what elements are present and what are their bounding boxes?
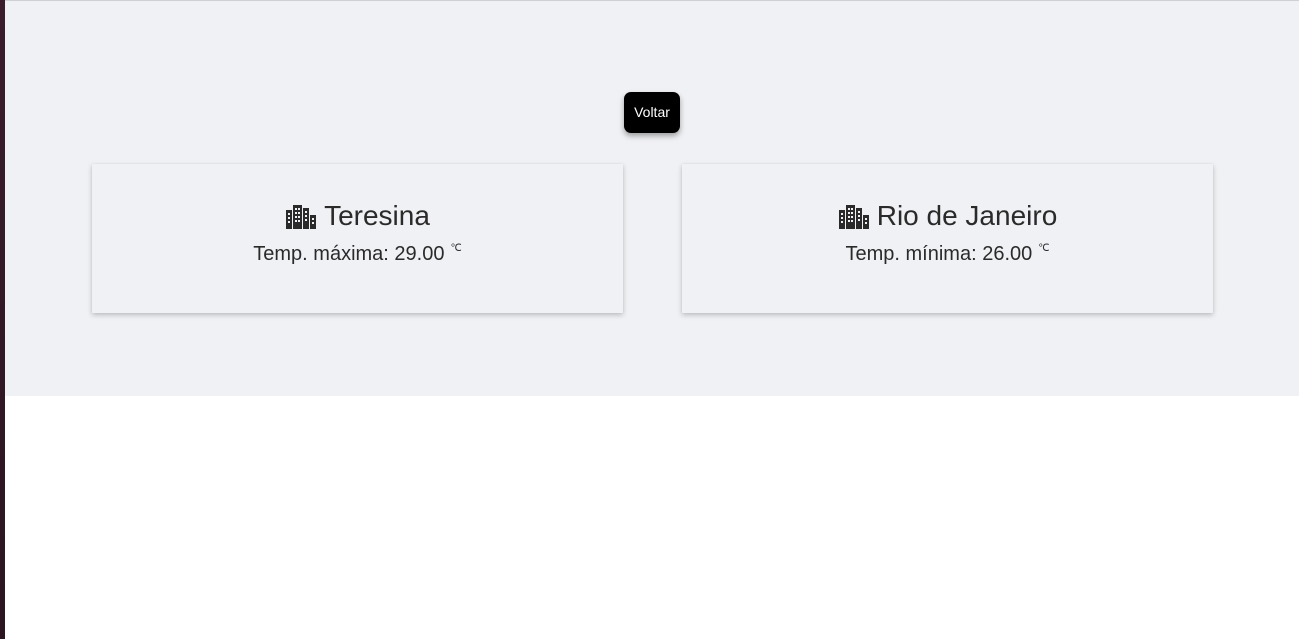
- temp-unit: ℃: [450, 243, 462, 254]
- temperature-line: Temp. máxima: 29.00 ℃: [92, 243, 623, 266]
- card-title: Rio de Janeiro: [682, 200, 1213, 232]
- main-panel: Voltar Teresina Temp. máxima: 29.00 ℃ Ri…: [5, 1, 1299, 396]
- city-name: Rio de Janeiro: [876, 200, 1058, 231]
- back-button[interactable]: Voltar: [624, 92, 680, 133]
- city-card-rio-de-janeiro: Rio de Janeiro Temp. mínima: 26.00 ℃: [682, 164, 1213, 313]
- temp-value: 26.00: [982, 243, 1033, 265]
- temp-value: 29.00: [394, 243, 445, 265]
- temp-unit: ℃: [1038, 243, 1050, 254]
- city-name: Teresina: [324, 200, 430, 231]
- card-title: Teresina: [92, 200, 623, 232]
- city-buildings-icon: [838, 205, 869, 229]
- city-buildings-icon: [286, 205, 317, 229]
- temp-label: Temp. máxima:: [253, 243, 389, 265]
- temperature-line: Temp. mínima: 26.00 ℃: [682, 243, 1213, 266]
- city-card-teresina: Teresina Temp. máxima: 29.00 ℃: [92, 164, 623, 313]
- temp-label: Temp. mínima:: [845, 243, 977, 265]
